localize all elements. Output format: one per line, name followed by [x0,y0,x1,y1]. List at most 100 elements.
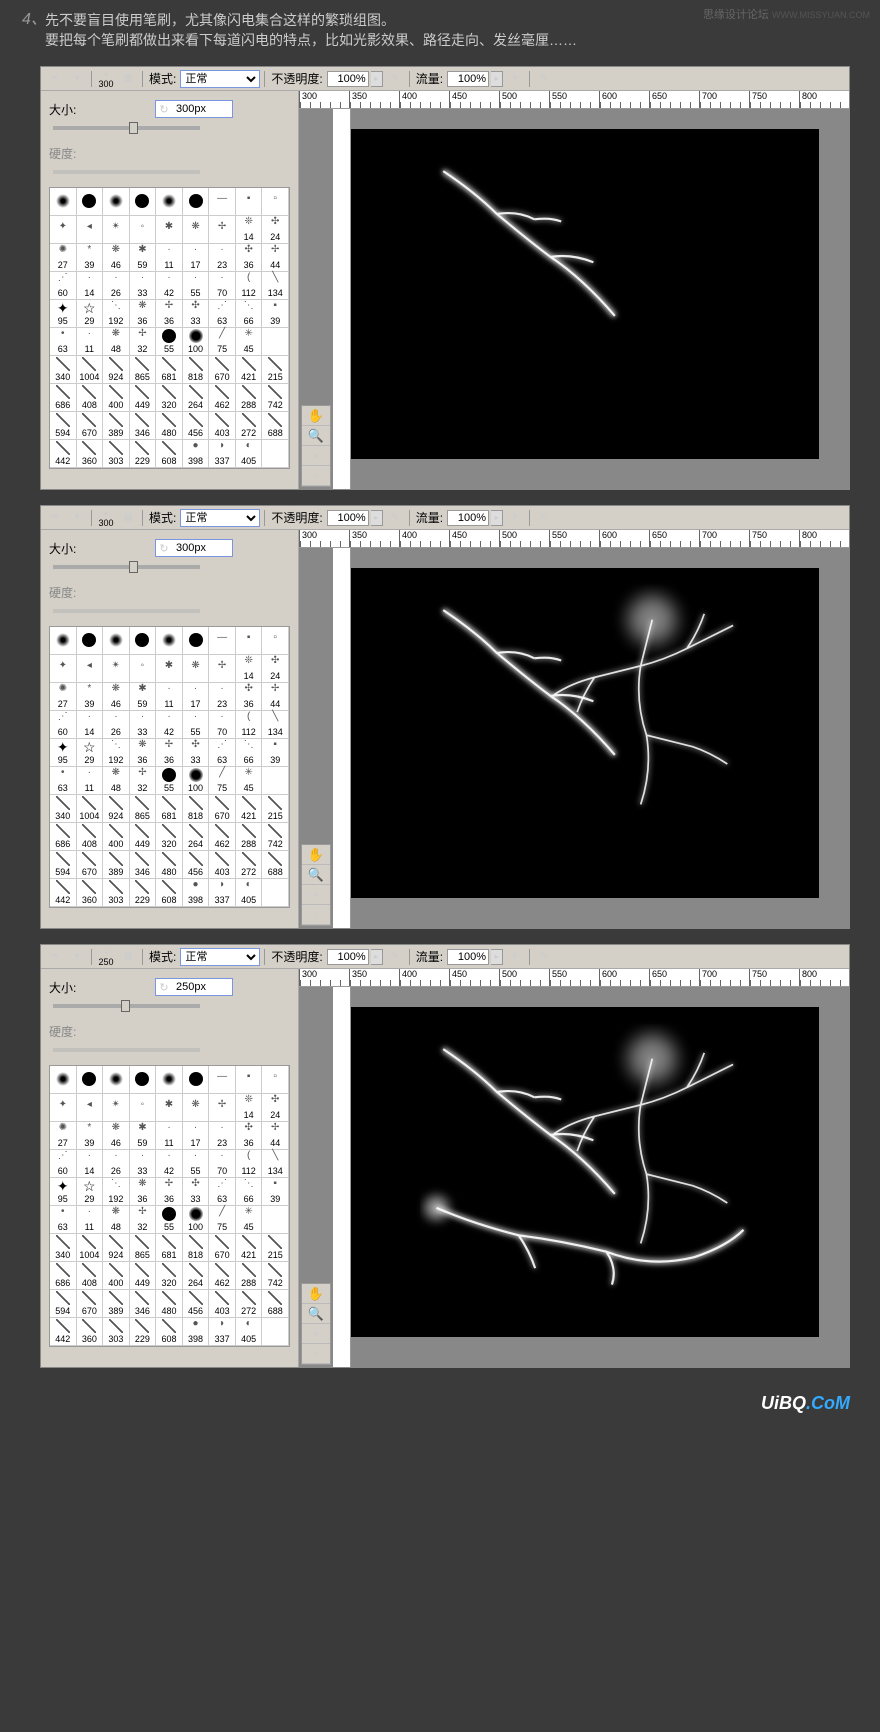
brush-preset-cell[interactable]: ·11 [156,683,183,711]
brush-preset-cell[interactable]: 215 [262,1234,289,1262]
brush-preset-cell[interactable]: 608 [156,1318,183,1346]
brush-preset-cell[interactable]: 670 [209,795,236,823]
brush-preset-cell[interactable]: 1004 [77,356,104,384]
brush-preset-cell[interactable]: ✳45 [236,328,263,356]
brush-preset-cell[interactable]: ▫ [262,1066,289,1094]
brush-preset-cell[interactable]: ❋48 [103,767,130,795]
brush-preset-cell[interactable]: ✱ [156,216,183,244]
brush-preset-cell[interactable]: ❋ [183,216,210,244]
brush-preset-cell[interactable]: ✣33 [183,739,210,767]
flow-arrow[interactable]: ▸ [491,949,503,965]
brush-preset-cell[interactable]: 865 [130,795,157,823]
brush-preset-cell[interactable]: ◦ [130,216,157,244]
brush-preset-cell[interactable]: 264 [183,384,210,412]
brush-preset-cell[interactable] [262,328,289,356]
brush-preset-cell[interactable]: 360 [77,1318,104,1346]
brush-preset-cell[interactable]: ✦95 [50,1178,77,1206]
brush-preset-cell[interactable]: 389 [103,1290,130,1318]
brush-preset-cell[interactable]: ✴ [103,216,130,244]
brush-preset-cell[interactable]: ❋48 [103,1206,130,1234]
brush-preset-cell[interactable] [50,1066,77,1094]
brush-preset-cell[interactable]: 340 [50,1234,77,1262]
airbrush-icon[interactable]: ✈ [505,509,525,527]
brush-preset-cell[interactable]: •63 [50,1206,77,1234]
brush-preset-cell[interactable]: ▪ [236,627,263,655]
brush-preset-cell[interactable]: ◗337 [209,440,236,468]
brush-preset-cell[interactable]: 215 [262,356,289,384]
brush-preset-cell[interactable] [262,767,289,795]
brush-preset-cell[interactable]: ⋰63 [209,739,236,767]
brush-preset-cell[interactable] [183,627,210,655]
brush-preset-cell[interactable]: — [209,188,236,216]
brush-preset-cell[interactable]: 865 [130,1234,157,1262]
brush-preset-cell[interactable]: ·70 [209,272,236,300]
brush-preset-cell[interactable]: ╱75 [209,328,236,356]
canvas-viewport[interactable] [299,109,849,489]
opacity-arrow[interactable]: ▸ [371,71,383,87]
brush-preset-cell[interactable]: 346 [130,1290,157,1318]
brush-preset-cell[interactable]: ⋱192 [103,739,130,767]
brush-preset-cell[interactable]: 389 [103,851,130,879]
canvas[interactable] [349,568,819,898]
brush-preset-cell[interactable]: ⋰60 [50,272,77,300]
brush-preset-cell[interactable] [262,879,289,907]
brush-preset-preview[interactable]: •300 [96,508,116,528]
brush-preset-cell[interactable]: 346 [130,412,157,440]
brush-preset-cell[interactable]: 272 [236,851,263,879]
brush-preset-cell[interactable]: ·17 [183,683,210,711]
blend-mode-select[interactable]: 正常 [180,509,260,527]
brush-preset-cell[interactable]: ╲134 [262,272,289,300]
size-slider[interactable] [53,126,200,130]
brush-preset-cell[interactable]: ·70 [209,711,236,739]
brush-preset-cell[interactable]: 360 [77,440,104,468]
canvas-viewport[interactable] [299,987,849,1367]
flow-input[interactable] [447,510,489,526]
brush-preset-cell[interactable]: ·14 [77,1150,104,1178]
brush-preset-cell[interactable]: ✦95 [50,739,77,767]
brush-preset-cell[interactable]: ▪ [236,188,263,216]
brush-preset-cell[interactable]: 924 [103,356,130,384]
brush-preset-cell[interactable]: ❋48 [103,328,130,356]
brush-preset-cell[interactable]: 421 [236,795,263,823]
brush-preset-cell[interactable]: 421 [236,1234,263,1262]
brush-preset-cell[interactable]: ✱ [156,655,183,683]
brush-preset-cell[interactable]: 229 [130,879,157,907]
brush-panel-toggle[interactable]: ▦ [118,948,138,966]
brush-preset-cell[interactable]: ·17 [183,1122,210,1150]
brush-preset-cell[interactable]: 55 [156,328,183,356]
brush-preset-cell[interactable]: ·11 [77,1206,104,1234]
brush-preset-cell[interactable]: ✦ [50,655,77,683]
brush-preset-cell[interactable]: 608 [156,879,183,907]
brush-preset-cell[interactable]: 688 [262,1290,289,1318]
flow-arrow[interactable]: ▸ [491,510,503,526]
brush-preset-cell[interactable]: 403 [209,851,236,879]
opacity-input[interactable] [327,510,369,526]
brush-preset-cell[interactable]: 449 [130,823,157,851]
brush-preset-cell[interactable]: ✱59 [130,244,157,272]
brush-preset-cell[interactable]: 442 [50,1318,77,1346]
brush-preset-cell[interactable]: ·11 [77,767,104,795]
brush-preset-cell[interactable]: ❋36 [130,300,157,328]
brush-preset-cell[interactable]: ❊14 [236,655,263,683]
brush-preset-cell[interactable]: ⋰63 [209,1178,236,1206]
brush-preset-cell[interactable]: 594 [50,1290,77,1318]
brush-preset-cell[interactable]: ✣33 [183,1178,210,1206]
brush-preset-cell[interactable]: 742 [262,384,289,412]
mini-tool[interactable]: 🔍 [302,865,330,885]
brush-preset-cell[interactable]: 686 [50,384,77,412]
brush-preset-cell[interactable]: 320 [156,823,183,851]
brush-preset-cell[interactable]: ✴ [103,1094,130,1122]
brush-preset-cell[interactable]: 264 [183,1262,210,1290]
brush-preset-cell[interactable]: ·11 [156,244,183,272]
brush-preset-cell[interactable]: ·42 [156,711,183,739]
tablet-opacity-icon[interactable]: ✎ [385,70,405,88]
brush-preset-cell[interactable]: 272 [236,1290,263,1318]
brush-preset-cell[interactable]: 400 [103,823,130,851]
mini-tool[interactable]: ✋ [302,845,330,865]
opacity-arrow[interactable]: ▸ [371,949,383,965]
brush-preset-cell[interactable]: ◐405 [236,879,263,907]
brush-preset-cell[interactable]: — [209,627,236,655]
brush-preset-cell[interactable]: 670 [77,412,104,440]
brush-preset-cell[interactable]: 670 [209,1234,236,1262]
tablet-size-icon[interactable]: ✎ [534,509,554,527]
